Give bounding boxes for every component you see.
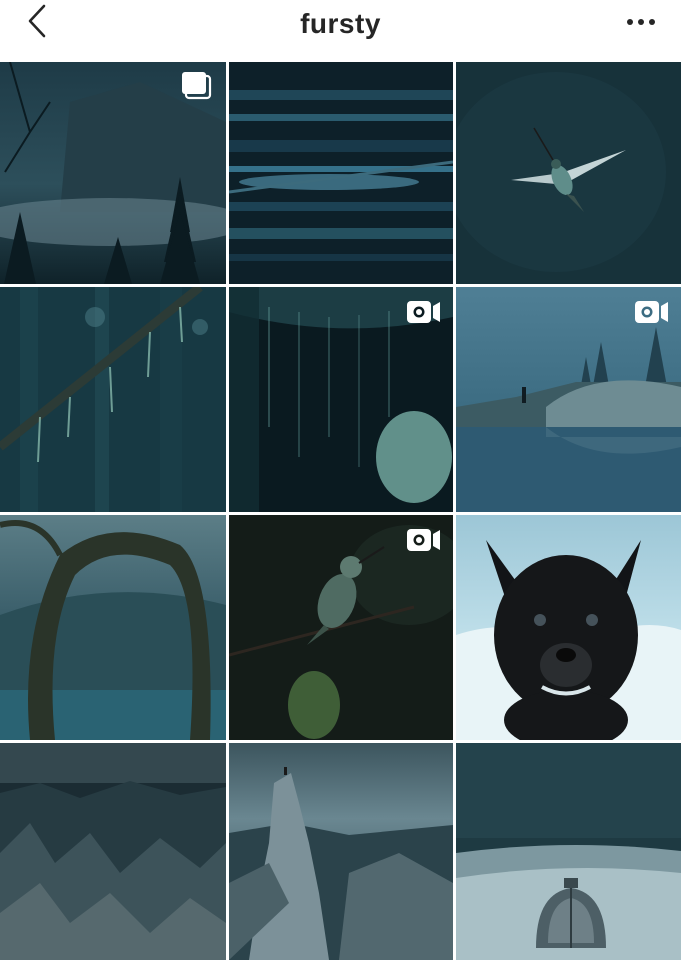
hummingbird-flight-image [456, 62, 681, 284]
post-thumbnail[interactable] [456, 743, 681, 960]
mossy-branch-image [0, 287, 226, 512]
post-thumbnail[interactable] [456, 515, 681, 740]
carousel-icon [182, 72, 212, 100]
post-thumbnail[interactable] [0, 287, 226, 512]
post-thumbnail[interactable] [0, 62, 226, 284]
more-options-button[interactable] [623, 8, 659, 36]
rocky-canyon-image [0, 743, 226, 960]
video-icon [635, 301, 668, 323]
post-thumbnail[interactable] [229, 62, 453, 284]
dome-tent-image [456, 743, 681, 960]
post-grid [0, 62, 681, 960]
post-thumbnail[interactable] [0, 743, 226, 960]
mossy-tree-arch-image [0, 515, 226, 740]
profile-username-title: fursty [300, 8, 381, 39]
fallen-logs-image [229, 62, 453, 284]
black-puppy-image [456, 515, 681, 740]
more-horizontal-icon [627, 19, 655, 25]
post-thumbnail[interactable] [229, 287, 453, 512]
post-thumbnail[interactable] [229, 515, 453, 740]
top-bar: fursty [0, 0, 681, 62]
post-thumbnail[interactable] [456, 62, 681, 284]
post-thumbnail[interactable] [456, 287, 681, 512]
rock-spire-image [229, 743, 453, 960]
post-thumbnail[interactable] [0, 515, 226, 740]
post-thumbnail[interactable] [229, 743, 453, 960]
video-icon [407, 301, 440, 323]
video-icon [407, 529, 440, 551]
